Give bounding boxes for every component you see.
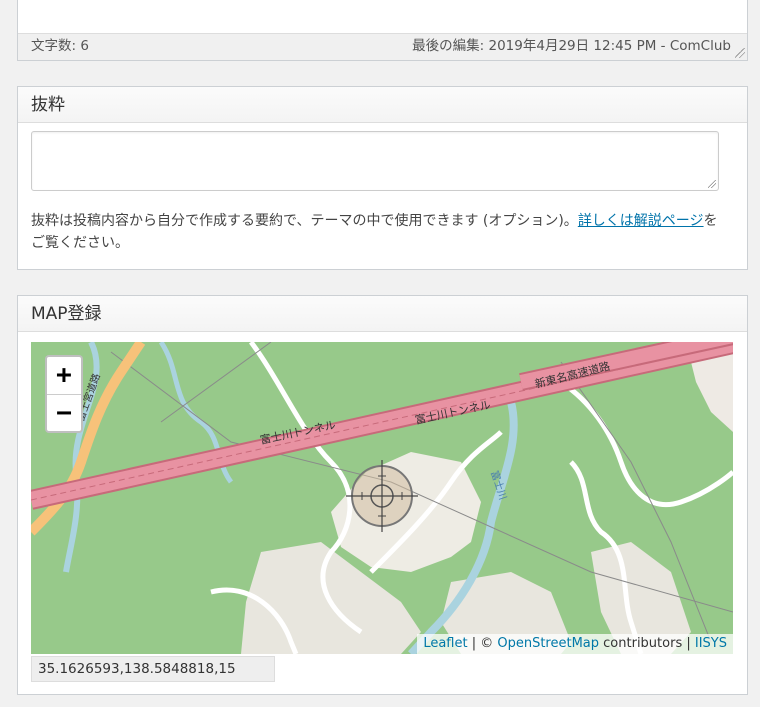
zoom-control: + −	[45, 355, 83, 433]
excerpt-panel: 抜粋 抜粋は投稿内容から自分で作成する要約で、テーマの中で使用できます (オプシ…	[17, 86, 748, 270]
excerpt-help-text: 抜粋は投稿内容から自分で作成する要約で、テーマの中で使用できます (オプション)…	[31, 210, 731, 254]
openstreetmap-link[interactable]: OpenStreetMap	[497, 636, 599, 651]
leaflet-link[interactable]: Leaflet	[423, 636, 467, 651]
coordinates-field[interactable]: 35.1626593,138.5848818,15	[31, 656, 275, 682]
attribution-separator: | ©	[467, 636, 498, 651]
map-tiles[interactable]: 富士川トンネル 富士川トンネル 新東名高速道路 富士川 富士宮道路	[31, 342, 733, 654]
zoom-out-button[interactable]: −	[47, 395, 81, 432]
map-attribution: Leaflet | © OpenStreetMap contributors |…	[417, 634, 733, 654]
map-panel-title[interactable]: MAP登録	[18, 296, 747, 332]
resize-handle-icon[interactable]	[735, 48, 745, 58]
excerpt-textarea[interactable]	[31, 131, 719, 191]
iisys-link[interactable]: IISYS	[695, 636, 727, 651]
editor-status-bar: 文字数: 6 最後の編集: 2019年4月29日 12:45 PM - ComC…	[18, 33, 747, 60]
excerpt-help-prefix: 抜粋は投稿内容から自分で作成する要約で、テーマの中で使用できます (オプション)…	[31, 213, 578, 229]
textarea-resize-icon[interactable]	[708, 180, 716, 188]
map-panel: MAP登録 富士川トンネル 富士川トンネル 新東名高速道路 富士川 富士宮道路 …	[17, 295, 748, 695]
word-count: 文字数: 6	[31, 38, 89, 54]
excerpt-panel-title[interactable]: 抜粋	[18, 87, 747, 123]
last-edited-info: 最後の編集: 2019年4月29日 12:45 PM - ComClub	[412, 38, 731, 54]
content-editor-box: 文字数: 6 最後の編集: 2019年4月29日 12:45 PM - ComC…	[17, 0, 748, 61]
content-editor-area[interactable]	[18, 0, 747, 33]
map-canvas[interactable]: 富士川トンネル 富士川トンネル 新東名高速道路 富士川 富士宮道路 + − Le…	[31, 342, 733, 654]
excerpt-help-link[interactable]: 詳しくは解説ページ	[578, 213, 704, 229]
zoom-in-button[interactable]: +	[47, 357, 81, 395]
attribution-contributors: contributors |	[599, 636, 695, 651]
